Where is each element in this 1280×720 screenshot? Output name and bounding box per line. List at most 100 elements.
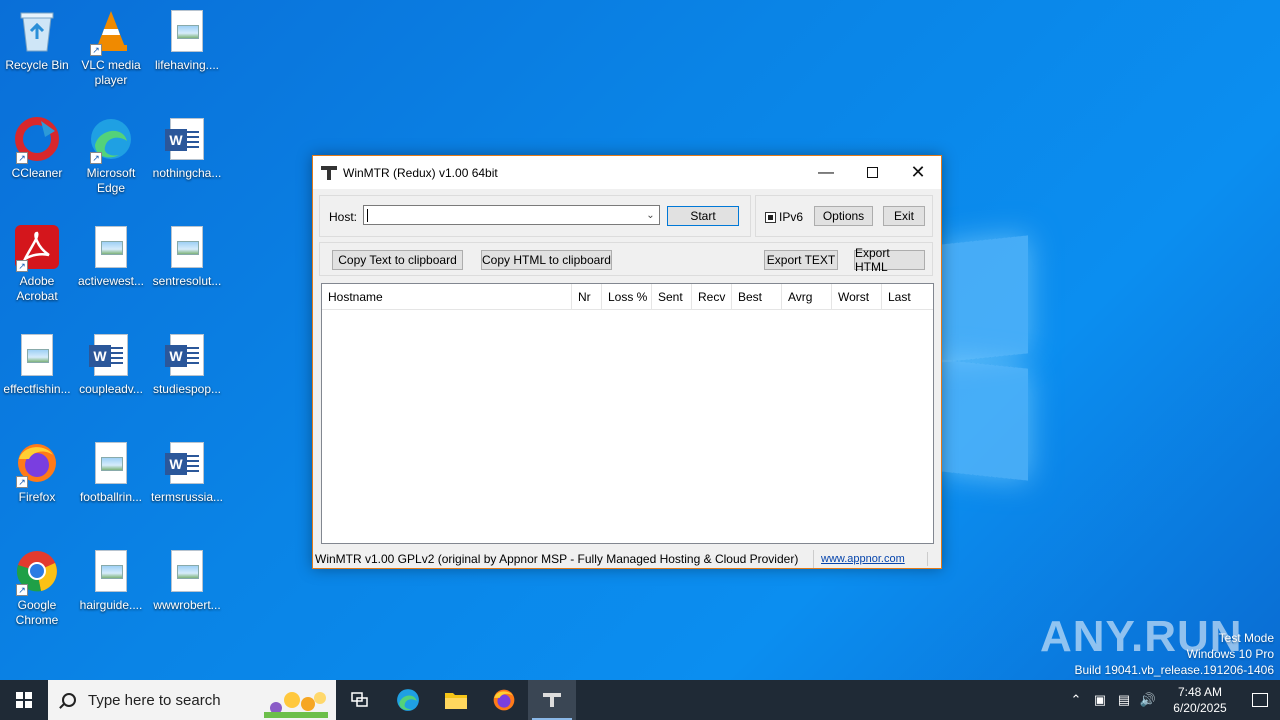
copy-html-button[interactable]: Copy HTML to clipboard [481,250,612,270]
results-table[interactable]: Hostname Nr Loss % Sent Recv Best Avrg W… [321,283,934,544]
desktop-icon-word-doc[interactable]: W termsrussia... [150,440,224,505]
minimize-button[interactable]: — [803,156,849,189]
taskbar-winmtr[interactable] [528,680,576,720]
host-combobox[interactable]: ⌄ [363,205,660,225]
checkbox-icon [765,211,776,223]
clock[interactable]: 7:48 AM 6/20/2025 [1160,684,1240,716]
firefox-icon: ↗ [14,440,60,488]
meet-now-icon[interactable]: ▣ [1088,692,1112,708]
task-view-icon [351,692,368,707]
taskbar-firefox[interactable] [480,680,528,720]
desktop-icon-edge[interactable]: ↗ Microsoft Edge [74,116,148,196]
task-view-button[interactable] [336,680,384,720]
column-sent[interactable]: Sent [652,284,692,310]
winmtr-window: WinMTR (Redux) v1.00 64bit — ✕ Host: ⌄ S… [312,155,942,569]
export-html-button[interactable]: Export HTML [854,246,925,274]
window-title: WinMTR (Redux) v1.00 64bit [343,165,498,180]
table-header: Hostname Nr Loss % Sent Recv Best Avrg W… [322,284,933,310]
options-button[interactable]: Options [814,206,873,226]
volume-icon[interactable]: 🔊 [1136,692,1160,708]
start-button[interactable]: Start [667,206,739,226]
column-loss[interactable]: Loss % [602,284,652,310]
image-file-icon [88,440,134,486]
maximize-icon [866,167,878,178]
image-file-icon [164,8,210,54]
image-file-icon [164,548,210,594]
taskbar-file-explorer[interactable] [432,680,480,720]
ipv6-checkbox[interactable]: IPv6 [765,210,803,224]
notification-icon [1252,693,1268,707]
taskbar-search[interactable]: Type here to search [48,680,336,720]
clock-time: 7:48 AM [1177,685,1223,699]
folder-icon [445,693,467,709]
minimize-icon: — [818,163,834,181]
chevron-down-icon[interactable]: ⌄ [642,206,659,224]
resize-grip-icon[interactable] [927,552,937,566]
windows-start-icon [16,692,32,708]
window-titlebar[interactable]: WinMTR (Redux) v1.00 64bit — ✕ [313,156,941,189]
desktop-icon-file[interactable]: lifehaving.... [150,8,224,73]
test-mode-watermark: Test Mode Windows 10 Pro Build 19041.vb_… [1075,630,1275,678]
watermark-line-3: Build 19041.vb_release.191206-1406 [1074,663,1275,677]
acrobat-icon: ↗ [14,224,60,272]
word-document-icon: W [164,116,210,162]
column-recv[interactable]: Recv [692,284,732,310]
word-document-icon: W [88,332,134,378]
system-tray: ⌃ ▣ ▤ 🔊 7:48 AM 6/20/2025 [1064,680,1280,720]
close-button[interactable]: ✕ [895,156,941,189]
column-nr[interactable]: Nr [572,284,602,310]
close-icon: ✕ [910,162,926,182]
status-bar: WinMTR v1.00 GPLv2 (original by Appnor M… [313,550,941,568]
image-file-icon [14,332,60,378]
word-document-icon: W [164,332,210,378]
image-file-icon [164,224,210,270]
maximize-button[interactable] [849,156,895,189]
exit-button[interactable]: Exit [883,206,925,226]
desktop-icon-chrome[interactable]: ↗ Google Chrome [0,548,74,628]
copy-text-button[interactable]: Copy Text to clipboard [332,250,463,270]
desktop-icon-word-doc[interactable]: W nothingcha... [150,116,224,181]
taskbar-edge[interactable] [384,680,432,720]
start-button[interactable] [0,680,48,720]
host-label: Host: [329,210,358,224]
desktop-icon-recycle-bin[interactable]: Recycle Bin [0,8,74,73]
search-placeholder: Type here to search [88,691,221,709]
desktop-icon-vlc[interactable]: ↗ VLC media player [74,8,148,88]
winmtr-taskbar-icon [543,693,561,707]
clock-date: 6/20/2025 [1173,701,1227,715]
vlc-cone-icon: ↗ [88,8,134,56]
desktop-icon-file[interactable]: footballrin... [74,440,148,505]
desktop-icon-file[interactable]: activewest... [74,224,148,289]
column-hostname[interactable]: Hostname [322,284,572,310]
desktop-icon-acrobat[interactable]: ↗ Adobe Acrobat [0,224,74,304]
chevron-up-icon[interactable]: ⌃ [1064,692,1088,708]
desktop-icon-file[interactable]: hairguide.... [74,548,148,613]
desktop-icon-file[interactable]: sentresolut... [150,224,224,289]
status-separator [813,550,814,568]
column-best[interactable]: Best [732,284,782,310]
watermark-line-2: Windows 10 Pro [1186,647,1274,661]
desktop-icon-firefox[interactable]: ↗ Firefox [0,440,74,505]
column-worst[interactable]: Worst [832,284,882,310]
column-avrg[interactable]: Avrg [782,284,832,310]
search-icon [62,693,76,707]
desktop-icon-ccleaner[interactable]: ↗ CCleaner [0,116,74,181]
status-text: WinMTR v1.00 GPLv2 (original by Appnor M… [315,552,799,566]
desktop-icon-file[interactable]: effectfishin... [0,332,74,397]
ccleaner-icon: ↗ [14,116,60,164]
column-last[interactable]: Last [882,284,933,310]
desktop-icon-word-doc[interactable]: W studiespop... [150,332,224,397]
export-text-button[interactable]: Export TEXT [764,250,838,270]
desktop-icon-file[interactable]: wwwrobert... [150,548,224,613]
taskbar: Type here to search ⌃ ▣ ▤ 🔊 7:48 AM 6/20… [0,680,1280,720]
image-file-icon [88,548,134,594]
appnor-link[interactable]: www.appnor.com [821,553,905,565]
windows-logo-wallpaper [940,235,1030,481]
word-document-icon: W [164,440,210,486]
desktop-icon-word-doc[interactable]: W coupleadv... [74,332,148,397]
search-highlight-flowers-icon [264,692,328,718]
notifications-button[interactable] [1240,680,1280,720]
winmtr-app-icon [321,165,337,180]
recycle-bin-icon [14,8,60,54]
network-icon[interactable]: ▤ [1112,692,1136,708]
